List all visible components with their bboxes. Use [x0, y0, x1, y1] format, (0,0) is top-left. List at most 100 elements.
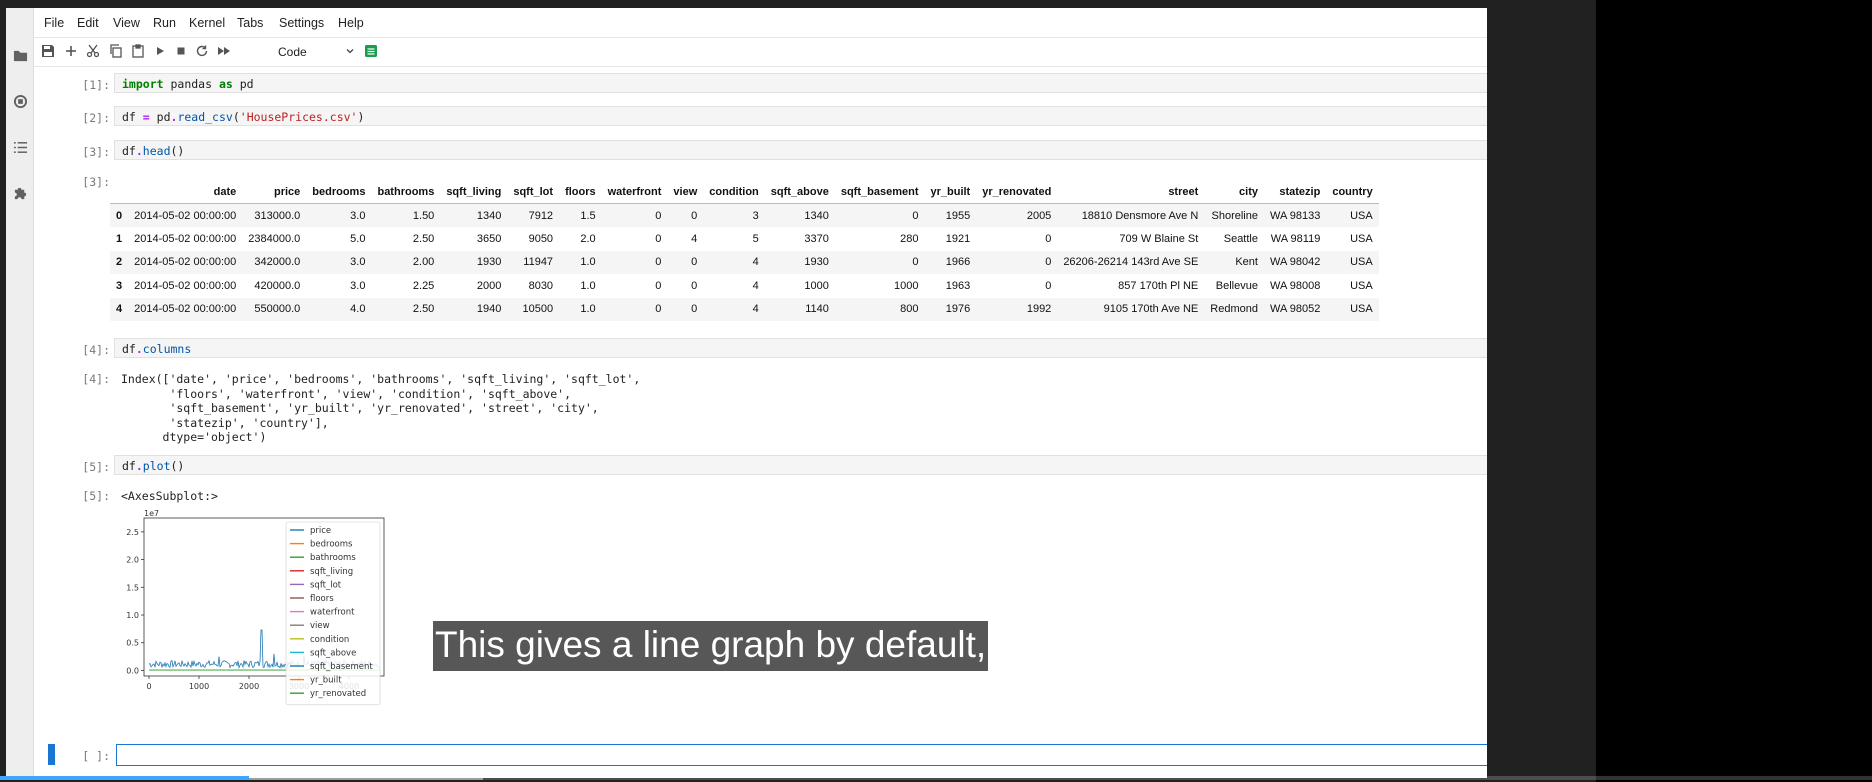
folder-icon[interactable] — [13, 48, 28, 63]
legend-label: price — [310, 526, 331, 536]
table-cell: WA 98052 — [1269, 303, 1321, 316]
table-cell: 0 — [1045, 232, 1052, 245]
table-header-row: date price bedrooms bathrooms sqft_living sqf… — [110, 180, 1379, 204]
legend-label: sqft_lot — [310, 580, 342, 590]
paste-icon[interactable] — [131, 44, 145, 58]
table-cell: 4 — [752, 303, 759, 316]
y-tick-label: 0.5 — [126, 639, 139, 648]
menu-settings[interactable]: Settings — [279, 16, 324, 30]
menu-edit[interactable]: Edit — [77, 16, 99, 30]
legend-label: sqft_living — [310, 567, 353, 577]
menu-tabs[interactable]: Tabs — [237, 16, 263, 30]
table-cell: 0 — [655, 256, 662, 269]
table-cell: 0 — [655, 303, 662, 316]
code-cell-5[interactable]: df.plot() — [114, 455, 1487, 475]
table-body: 0 2014-05-02 00:00:00 313000.0 3.0 1.50 1340 7… — [110, 203, 1379, 321]
table-cell: 4 — [752, 279, 759, 292]
table-cell: 342000.0 — [254, 256, 301, 269]
video-progress-bar[interactable] — [0, 776, 1872, 780]
table-cell: 7912 — [528, 209, 554, 222]
table-cell: 1940 — [476, 303, 502, 316]
table-cell: 1966 — [945, 256, 971, 269]
table-row: 3 2014-05-02 00:00:00 420000.0 3.0 2.25 2000 8… — [110, 274, 1379, 298]
row-index: 4 — [116, 303, 123, 316]
column-header: street — [1057, 180, 1205, 204]
code-text-5: df.plot() — [122, 459, 185, 473]
table-cell: 280 — [900, 232, 919, 245]
table-cell: 420000.0 — [254, 279, 301, 292]
table-cell: 0 — [1045, 256, 1052, 269]
table-of-contents-icon[interactable] — [13, 140, 28, 155]
interrupt-kernel-icon[interactable] — [174, 44, 188, 58]
cut-icon[interactable] — [86, 44, 100, 58]
extension-puzzle-icon[interactable] — [13, 186, 28, 201]
table-cell: 2.50 — [412, 303, 435, 316]
table-cell: WA 98133 — [1269, 209, 1321, 222]
table-cell: 8030 — [528, 279, 554, 292]
run-cell-icon[interactable] — [153, 44, 167, 58]
menu-kernel[interactable]: Kernel — [189, 16, 225, 30]
add-cell-icon[interactable] — [64, 44, 78, 58]
table-cell: 0 — [1045, 279, 1052, 292]
table-cell: 1.50 — [412, 209, 435, 222]
column-header: yr_renovated — [976, 180, 1058, 204]
table-cell: 1140 — [805, 303, 829, 316]
table-cell: 550000.0 — [254, 303, 301, 316]
table-cell: 2005 — [1026, 209, 1052, 222]
code-text-3: df.head() — [122, 144, 185, 158]
table-cell: 1000 — [894, 279, 919, 292]
column-header: price — [242, 180, 307, 204]
table-cell: 1.0 — [580, 279, 596, 292]
menu-view[interactable]: View — [113, 16, 140, 30]
table-cell: 1340 — [476, 209, 502, 222]
column-header: sqft_living — [440, 180, 508, 204]
table-cell: 2014-05-02 00:00:00 — [134, 303, 237, 316]
table-cell: Kent — [1235, 256, 1258, 269]
menu-help[interactable]: Help — [338, 16, 364, 30]
table-row: 1 2014-05-02 00:00:00 2384000.0 5.0 2.50 3650… — [110, 227, 1379, 251]
y-tick-label: 2.0 — [126, 556, 139, 565]
running-sessions-icon[interactable] — [13, 94, 28, 109]
legend-label: view — [310, 621, 330, 631]
legend-label: yr_renovated — [310, 689, 366, 699]
restart-kernel-icon[interactable] — [195, 44, 209, 58]
table-cell: 5.0 — [350, 232, 366, 245]
chevron-down-icon — [344, 45, 356, 57]
code-cell-3[interactable]: df.head() — [114, 140, 1487, 160]
table-cell: 0 — [912, 256, 919, 269]
video-frame: File Edit View Run Kernel Tabs Settings … — [0, 0, 1596, 782]
table-cell: 1000 — [804, 279, 829, 292]
variable-inspector-icon[interactable] — [364, 44, 378, 58]
column-header: city — [1204, 180, 1264, 204]
table-cell: 4 — [691, 232, 698, 245]
table-cell: 2014-05-02 00:00:00 — [134, 209, 237, 222]
table-cell: 1.0 — [580, 256, 596, 269]
table-row: 4 2014-05-02 00:00:00 550000.0 4.0 2.50 1940 1… — [110, 297, 1379, 321]
code-cell-1[interactable]: import pandas as pd — [114, 73, 1487, 93]
save-icon[interactable] — [41, 44, 55, 58]
output-prompt-4: [4]: — [82, 372, 110, 386]
code-cell-4[interactable]: df.columns — [114, 338, 1487, 358]
table-cell: 1.5 — [580, 209, 596, 222]
table-cell: 3650 — [476, 232, 502, 245]
y-tick-label: 0.0 — [126, 666, 139, 675]
empty-code-cell[interactable] — [116, 744, 1487, 766]
empty-cell-prompt: [ ]: — [82, 749, 110, 763]
menu-file[interactable]: File — [44, 16, 64, 30]
table-cell: 3.0 — [350, 279, 366, 292]
y-tick-label: 1.0 — [126, 611, 139, 620]
copy-icon[interactable] — [109, 44, 123, 58]
legend-label: yr_built — [310, 676, 342, 686]
table-cell: 0 — [655, 279, 662, 292]
code-cell-2[interactable]: df = pd.read_csv('HousePrices.csv') — [114, 106, 1487, 126]
menu-run[interactable]: Run — [153, 16, 176, 30]
table-cell: 18810 Densmore Ave N — [1081, 209, 1199, 222]
table-cell: 4.0 — [350, 303, 366, 316]
restart-run-all-icon[interactable] — [217, 44, 231, 58]
input-prompt-1: [1]: — [82, 78, 110, 92]
cell-type-dropdown[interactable]: Code — [278, 43, 356, 61]
menu-bar: File Edit View Run Kernel Tabs Settings … — [34, 8, 1487, 38]
y-offset-label: 1e7 — [144, 509, 159, 518]
row-index: 2 — [116, 256, 123, 269]
column-header: bathrooms — [371, 180, 441, 204]
